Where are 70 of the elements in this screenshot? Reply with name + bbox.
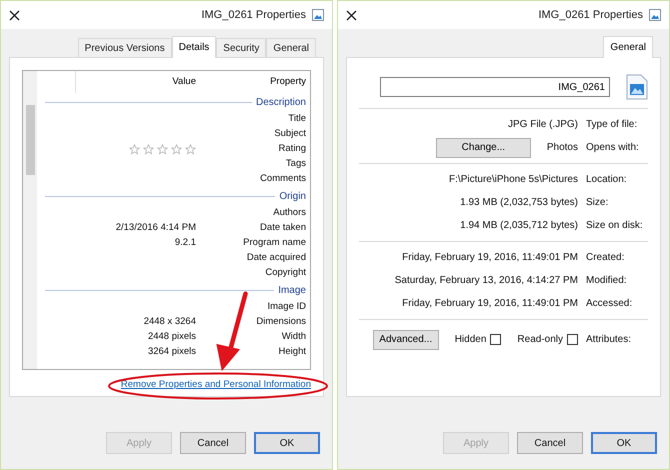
tab[interactable]: General (266, 38, 316, 57)
image-file-icon (312, 9, 324, 21)
group-header: Origin (279, 190, 306, 204)
field-label: Attributes: (586, 333, 632, 347)
property-name: Height (278, 345, 307, 360)
property-name: Title (287, 112, 307, 126)
tab[interactable]: Details (172, 36, 216, 58)
dialog-button[interactable]: OK (591, 432, 657, 454)
field-value: JPG File (.JPG) (508, 118, 578, 132)
property-name: Authors (272, 206, 307, 220)
property-name: Rating (278, 142, 307, 156)
field-label: Modified: (586, 274, 627, 288)
checkbox-label: Hidden (454, 333, 486, 347)
checkbox[interactable] (490, 334, 502, 345)
field-value: 1.93 MB (2,032,753 bytes) (460, 196, 578, 210)
window-title: IMG_0261 Properties (538, 8, 643, 23)
property-value: 2/13/2016 4:14 PM (116, 221, 196, 236)
dialog-button[interactable]: Cancel (180, 432, 246, 454)
group-header: Description (256, 96, 306, 110)
property-name: Program name (242, 236, 307, 250)
group-header: Image (278, 284, 306, 298)
tab[interactable]: Security (216, 38, 266, 57)
image-file-icon (626, 74, 648, 100)
window-title: IMG_0261 Properties (201, 8, 306, 23)
scrollbar[interactable] (23, 71, 37, 369)
image-file-icon (649, 9, 661, 21)
close-icon[interactable] (346, 10, 357, 20)
field-label: Size on disk: (586, 219, 643, 233)
property-name: Image ID (266, 300, 307, 314)
field-value: 1.94 MB (2,035,712 bytes) (460, 219, 578, 233)
property-name: Date acquired (246, 251, 307, 266)
field-label: Created: (586, 251, 624, 265)
field-value: Friday, February 19, 2016, 11:49:01 PM (402, 297, 578, 311)
star-icon[interactable] (157, 144, 168, 155)
field-label: Type of file: (586, 118, 638, 132)
tab[interactable]: Previous Versions (78, 38, 172, 57)
checkbox-label: Read-only (517, 333, 563, 347)
property-value: 9.2.1 (174, 236, 196, 250)
property-name: Comments (259, 172, 307, 186)
property-name: Subject (273, 127, 307, 142)
property-name: Copyright (264, 266, 307, 280)
field-label: Location: (586, 173, 627, 187)
column-header[interactable]: Value (75, 71, 200, 93)
star-icon[interactable] (143, 144, 154, 155)
dialog-button[interactable]: OK (254, 432, 320, 454)
checkbox[interactable] (567, 334, 578, 345)
column-header[interactable]: Property (200, 71, 310, 93)
field-value: Saturday, February 13, 2016, 4:14:27 PM (394, 274, 578, 288)
field-value: F:\Picture\iPhone 5s\Pictures (449, 173, 578, 187)
dialog-button[interactable]: Cancel (517, 432, 583, 454)
close-icon[interactable] (9, 10, 20, 20)
field-label: Size: (586, 196, 608, 210)
property-value: 2448 x 3264 (144, 315, 196, 330)
field-label: Opens with: (586, 141, 639, 155)
star-icon[interactable] (185, 144, 196, 155)
advanced-button[interactable]: Advanced... (372, 330, 439, 350)
field-value: Friday, February 19, 2016, 11:49:01 PM (402, 251, 578, 265)
star-icon[interactable] (171, 144, 182, 155)
property-name: Width (280, 330, 307, 344)
property-name: Dimensions (255, 315, 307, 330)
tab[interactable]: General (603, 36, 653, 58)
property-value: 3264 pixels (148, 345, 196, 360)
property-name: Date taken (259, 221, 307, 236)
file-name-field[interactable]: IMG_0261 (380, 77, 610, 97)
field-label: Accessed: (586, 297, 632, 311)
property-value: 2448 pixels (148, 330, 196, 344)
field-value: Photos (546, 141, 578, 155)
change-button[interactable]: Change... (436, 138, 531, 158)
star-icon[interactable] (129, 144, 140, 155)
property-name: Tags (284, 157, 307, 172)
